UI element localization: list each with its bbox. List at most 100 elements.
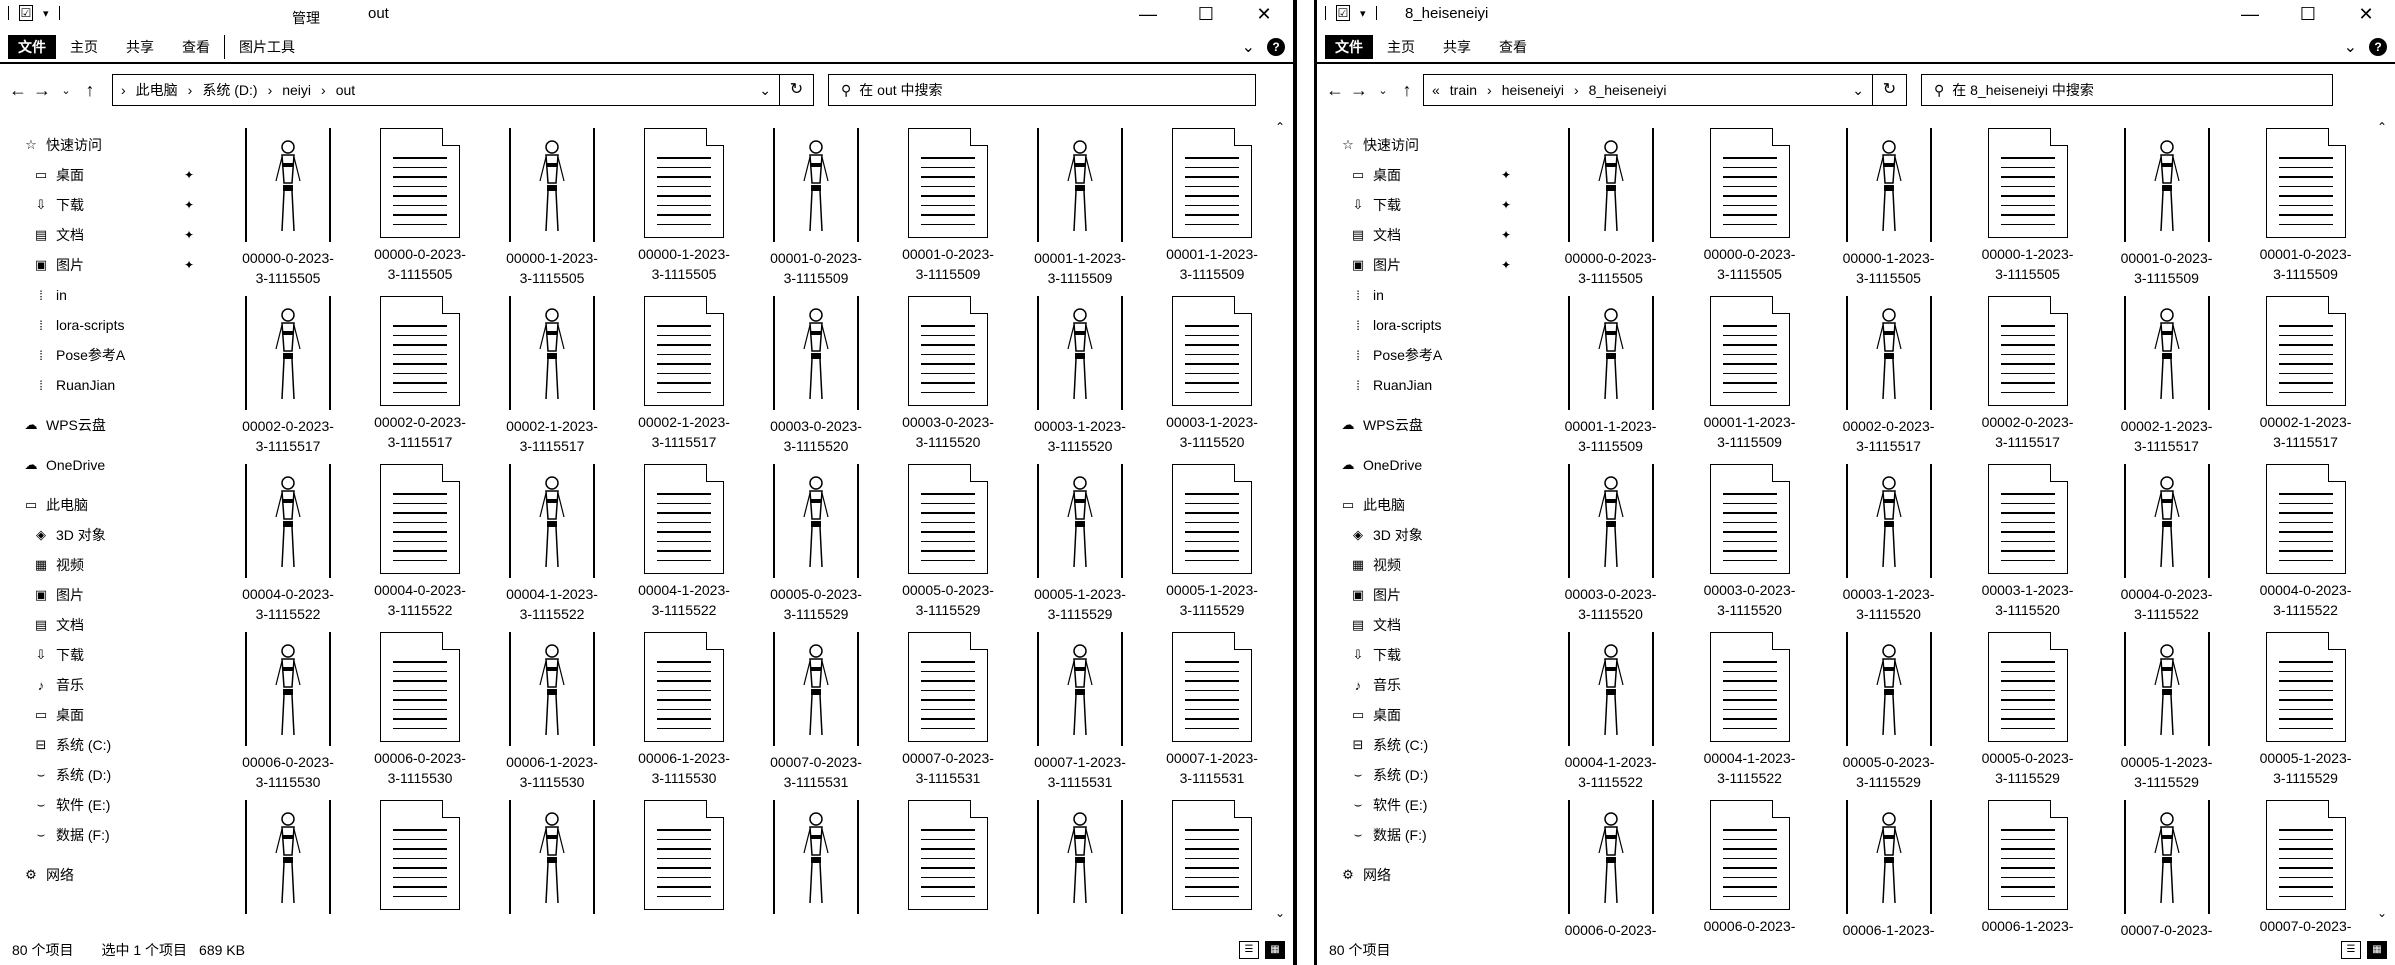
up-arrow-icon[interactable]: ↑ [78,80,102,101]
tab-home[interactable]: 主页 [1373,35,1429,59]
nav-pictures-pc[interactable]: ▣ 图片 [1317,580,1527,610]
nav-downloads[interactable]: ⇩ 下载 ✦ [0,190,210,220]
nav-drive-d[interactable]: ⌣ 系统 (D:) [1317,760,1527,790]
tab-picture-tools[interactable]: 图片工具 [224,35,309,59]
recent-dropdown-icon[interactable]: ⌄ [54,84,78,97]
breadcrumb-8-heiseneiyi[interactable]: 8_heiseneiyi [1589,82,1667,98]
file-item[interactable]: 00006-1-2023- 3-1115530 [486,632,618,800]
close-button[interactable]: ✕ [2337,0,2395,30]
nav-desktop-pc[interactable]: ▭ 桌面 [1317,700,1527,730]
file-item[interactable]: 00002-1-2023- 3-1115517 [618,296,750,464]
breadcrumb-train[interactable]: train [1450,82,1477,98]
file-item[interactable]: 00005-1-2023- 3-1115529 [2097,632,2236,800]
recent-dropdown-icon[interactable]: ⌄ [1371,84,1395,97]
nav-drive-e[interactable]: ⌣ 软件 (E:) [1317,790,1527,820]
tab-home[interactable]: 主页 [56,35,112,59]
nav-network[interactable]: ⚙ 网络 [1317,860,1527,890]
nav-3d-objects[interactable]: ◈ 3D 对象 [1317,520,1527,550]
file-item[interactable]: 00000-0-2023- 3-1115505 [222,128,354,296]
file-item[interactable]: 00007-1-2023- 3-1115531 [1146,632,1278,800]
nav-drive-c[interactable]: ⊟ 系统 (C:) [0,730,210,760]
help-icon[interactable]: ? [1267,38,1285,56]
nav-wps-cloud[interactable]: ☁ WPS云盘 [1317,410,1527,440]
minimize-button[interactable]: — [2221,0,2279,30]
file-item[interactable]: 00001-1-2023- 3-1115509 [1014,128,1146,296]
scroll-up-icon[interactable]: ⌃ [2375,120,2389,134]
file-item[interactable]: 00000-0-2023- 3-1115505 [354,128,486,296]
nav-music[interactable]: ♪ 音乐 [1317,670,1527,700]
forward-arrow-icon[interactable]: → [30,80,54,101]
nav-onedrive[interactable]: ☁ OneDrive [1317,450,1527,480]
file-item[interactable]: 00003-0-2023- 3-1115520 [1680,464,1819,632]
nav-drive-f[interactable]: ⌣ 数据 (F:) [0,820,210,850]
search-box[interactable]: ⚲ [1921,74,2333,106]
back-arrow-icon[interactable]: ← [6,80,30,101]
refresh-button[interactable]: ↻ [1873,74,1907,106]
file-item[interactable]: 00000-1-2023- 3-1115505 [1819,128,1958,296]
file-item[interactable]: 00004-1-2023- 3-1115522 [486,464,618,632]
nav-downloads-pc[interactable]: ⇩ 下载 [1317,640,1527,670]
file-item[interactable]: 00004-1-2023- 3-1115522 [1680,632,1819,800]
scroll-down-icon[interactable]: ⌄ [2375,906,2389,920]
tab-view[interactable]: 查看 [168,35,224,59]
vertical-scrollbar[interactable]: ⌃ ⌄ [2375,120,2389,920]
file-item[interactable]: 00003-1-2023- 3-1115520 [1819,464,1958,632]
file-item[interactable]: 00001-0-2023- 3-1115509 [882,128,1014,296]
file-item[interactable]: 00007-0-2023- 3-1115531 [750,632,882,800]
nav-pictures-pc[interactable]: ▣ 图片 [0,580,210,610]
nav-3d-objects[interactable]: ◈ 3D 对象 [0,520,210,550]
file-item[interactable]: 00004-0-2023- 3-1115522 [354,464,486,632]
search-input[interactable] [1952,82,2332,98]
file-item[interactable]: 00003-1-2023- 3-1115520 [1146,296,1278,464]
nav-videos[interactable]: ▦ 视频 [0,550,210,580]
large-icons-view-icon[interactable]: ▦ [1265,941,1285,959]
nav-this-pc[interactable]: ▭ 此电脑 [1317,490,1527,520]
scroll-up-icon[interactable]: ⌃ [1273,120,1287,134]
file-item[interactable]: 00003-1-2023- 3-1115520 [1014,296,1146,464]
file-item[interactable]: 00000-0-2023- 3-1115505 [1541,128,1680,296]
close-button[interactable]: ✕ [1235,0,1293,30]
nav-drive-d[interactable]: ⌣ 系统 (D:) [0,760,210,790]
file-item[interactable]: 00003-0-2023- 3-1115520 [1541,464,1680,632]
nav-drive-f[interactable]: ⌣ 数据 (F:) [1317,820,1527,850]
file-item[interactable]: 00005-0-2023- 3-1115529 [882,464,1014,632]
nav-folder-pose[interactable]: ⁞ Pose参考A [1317,340,1527,370]
address-bar[interactable]: › 此电脑 › 系统 (D:) › neiyi › out ⌄ [112,74,780,106]
file-item[interactable]: 00005-1-2023- 3-1115529 [2236,632,2375,800]
nav-music[interactable]: ♪ 音乐 [0,670,210,700]
file-item[interactable]: 00003-0-2023- 3-1115520 [750,296,882,464]
file-item[interactable]: 00002-1-2023- 3-1115517 [2236,296,2375,464]
expand-ribbon-icon[interactable]: ⌄ [2344,37,2357,57]
file-item[interactable]: 00006-1-2023- 3-1115530 [618,632,750,800]
address-dropdown-icon[interactable]: ⌄ [751,82,779,99]
file-item[interactable]: 00005-1-2023- 3-1115529 [1146,464,1278,632]
file-item[interactable]: 00004-1-2023- 3-1115522 [1541,632,1680,800]
nav-quick-access[interactable]: ☆ 快速访问 [0,130,210,160]
file-item[interactable]: 00002-0-2023- 3-1115517 [354,296,486,464]
breadcrumb-this-pc[interactable]: 此电脑 [136,80,178,100]
address-dropdown-icon[interactable]: ⌄ [1844,82,1872,99]
dropdown-icon[interactable]: ▾ [1360,7,1366,20]
properties-icon[interactable]: ☑ [1336,5,1350,21]
file-item[interactable]: 00002-0-2023- 3-1115517 [1819,296,1958,464]
tab-file[interactable]: 文件 [1325,35,1373,59]
file-item[interactable]: 00001-1-2023- 3-1115509 [1541,296,1680,464]
file-item[interactable]: 00000-1-2023- 3-1115505 [486,128,618,296]
nav-folder-in[interactable]: ⁞ in [0,280,210,310]
search-input[interactable] [859,82,1255,98]
nav-documents-pc[interactable]: ▤ 文档 [1317,610,1527,640]
maximize-button[interactable]: ☐ [2279,0,2337,30]
file-item[interactable]: 00004-0-2023- 3-1115522 [2236,464,2375,632]
forward-arrow-icon[interactable]: → [1347,80,1371,101]
file-item[interactable]: 00004-0-2023- 3-1115522 [2097,464,2236,632]
file-item[interactable]: 00006-0-2023- 3-1115530 [354,632,486,800]
file-item[interactable]: 00000-1-2023- 3-1115505 [618,128,750,296]
nav-quick-access[interactable]: ☆ 快速访问 [1317,130,1527,160]
up-arrow-icon[interactable]: ↑ [1395,80,1419,101]
vertical-scrollbar[interactable]: ⌃ ⌄ [1273,120,1287,920]
large-icons-view-icon[interactable]: ▦ [2367,941,2387,959]
nav-folder-in[interactable]: ⁞ in [1317,280,1527,310]
details-view-icon[interactable]: ☰ [2341,941,2361,959]
nav-pictures[interactable]: ▣ 图片 ✦ [1317,250,1527,280]
dropdown-icon[interactable]: ▾ [43,7,49,20]
